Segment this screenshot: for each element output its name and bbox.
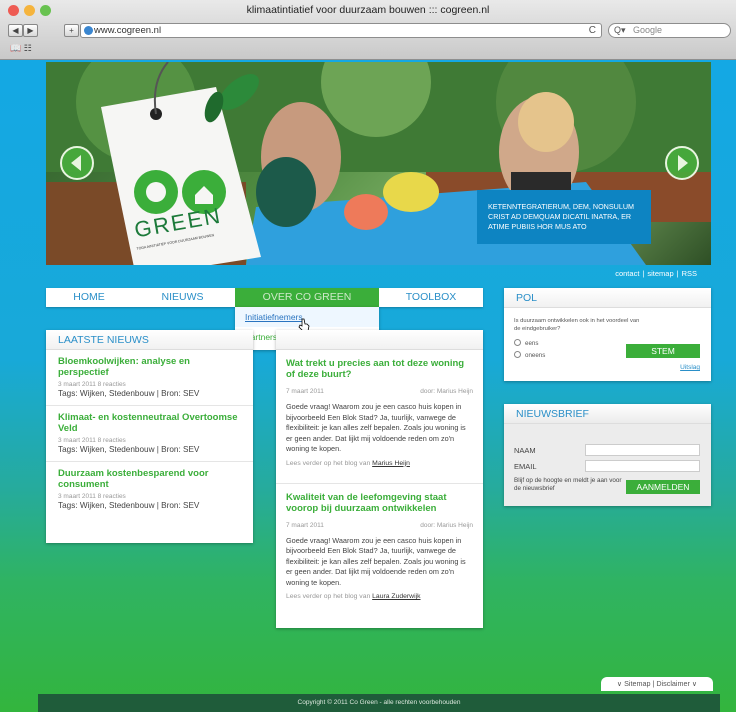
name-input[interactable] (585, 444, 700, 456)
window-title: klimaatintiatief voor duurzaam bouwen ::… (246, 4, 490, 16)
chevron-down-icon: ∨ (691, 679, 698, 688)
nav-toolbox[interactable]: TOOLBOX (379, 288, 483, 307)
read-more-label: Lees verder op het blog van (286, 459, 371, 467)
news-item[interactable]: Duurzaam kostenbesparend voor consument … (46, 462, 253, 517)
back-button[interactable]: ◀ (8, 24, 23, 37)
footer-disclaimer-link[interactable]: Disclaimer (656, 679, 690, 688)
blog-author-link[interactable]: Laura Zuderwijk (372, 593, 420, 600)
window-titlebar: klimaatintiatief voor duurzaam bouwen ::… (0, 0, 736, 20)
news-tags: Tags: Wijken, Stedenbouw | Bron: SEV (58, 445, 200, 454)
page: GREEN TOGA AINITIATIEF VOOR DUURZAAM BOU… (0, 60, 736, 712)
bookmarks-icons[interactable]: 📖 ☷ (10, 43, 32, 54)
article: Kwaliteit van de leefomgeving staat voor… (276, 484, 483, 601)
close-window-button[interactable] (8, 5, 19, 16)
articles-header (276, 330, 483, 350)
add-bookmark-button[interactable]: + (64, 24, 79, 37)
newsletter-note: Blijf op de hoogte en meldt je aan voor … (514, 477, 622, 492)
blog-author-link[interactable]: Marius Heijn (372, 460, 410, 467)
radio-icon[interactable] (514, 351, 521, 358)
minimize-window-button[interactable] (24, 5, 35, 16)
nav-home[interactable]: HOME (46, 288, 132, 307)
nav-over-co-green[interactable]: OVER CO GREEN (235, 288, 379, 307)
toolbar: ◀ ▶ + www.cogreen.nl C Q▾ Google (0, 22, 736, 40)
poll-panel: POL Is duurzaam ontwikkelen ook in het v… (504, 288, 711, 381)
name-label: NAAM (514, 446, 536, 455)
article-body: Goede vraag! Waarom zou je een casco hui… (286, 402, 466, 453)
newsletter-panel: NIEUWSBRIEF NAAM EMAIL Blijf op de hoogt… (504, 404, 711, 506)
article-author: door: Marius Heijn (420, 521, 473, 529)
article-meta: 7 maart 2011 door: Marius Heijn (286, 522, 473, 531)
vote-button[interactable]: STEM (626, 344, 700, 358)
poll-results-link[interactable]: Uitslag (680, 364, 700, 371)
nav-nieuws[interactable]: NIEUWS (132, 288, 233, 307)
news-meta: 3 maart 2011 8 reacties (58, 437, 126, 444)
back-arrow-icon: ◀ (12, 26, 19, 35)
news-meta: 3 maart 2011 8 reacties (58, 493, 126, 500)
slider-next-button[interactable] (665, 146, 699, 180)
contact-link[interactable]: contact (615, 269, 639, 278)
chevron-down-icon: ∨ (616, 679, 623, 688)
forward-arrow-icon: ▶ (27, 26, 34, 35)
article-read-more: Lees verder op het blog van Marius Heijn (286, 460, 473, 467)
footer-sitemap-link[interactable]: Sitemap (624, 679, 650, 688)
slider-prev-button[interactable] (60, 146, 94, 180)
main-nav: HOME NIEUWS OVER CO GREEN TOOLBOX (46, 288, 483, 307)
article-title[interactable]: Wat trekt u precies aan tot deze woning … (286, 358, 473, 380)
news-title[interactable]: Bloemkoolwijken: analyse en perspectief (58, 356, 241, 378)
latest-news-panel: LAATSTE NIEUWS Bloemkoolwijken: analyse … (46, 330, 253, 543)
article-meta: 7 maart 2011 door: Marius Heijn (286, 388, 473, 397)
plus-icon: + (69, 26, 74, 35)
chevron-left-icon (71, 155, 81, 171)
news-meta: 3 maart 2011 8 reacties (58, 381, 126, 388)
hero-caption[interactable]: Ketenntegratierum, dem, nonsulum crist a… (477, 190, 651, 244)
poll-heading: POL (504, 288, 711, 308)
email-input[interactable] (585, 460, 700, 472)
search-field[interactable]: Q▾ Google (608, 23, 731, 38)
url-text: www.cogreen.nl (94, 25, 162, 36)
search-icon: Q▾ (614, 25, 626, 35)
poll-option-label: eens (525, 340, 539, 347)
footer: Copyright © 2011 Co Green - alle rechten… (38, 694, 720, 712)
article-read-more: Lees verder op het blog van Laura Zuderw… (286, 593, 473, 600)
utility-links: contact | sitemap | RSS (615, 269, 697, 278)
radio-icon[interactable] (514, 339, 521, 346)
news-item[interactable]: Klimaat- en kostenneutraal Overtoomse Ve… (46, 406, 253, 462)
poll-option-oneens[interactable]: oneens (514, 351, 545, 359)
news-tags: Tags: Wijken, Stedenbouw | Bron: SEV (58, 389, 200, 398)
poll-question: Is duurzaam ontwikkelen ook in het voord… (514, 318, 640, 332)
chevron-right-icon (678, 155, 688, 171)
search-placeholder: Google (633, 25, 663, 35)
newsletter-heading: NIEUWSBRIEF (504, 404, 711, 424)
sitemap-link[interactable]: sitemap (647, 269, 673, 278)
news-tags: Tags: Wijken, Stedenbouw | Bron: SEV (58, 501, 200, 510)
article-date: 7 maart 2011 (286, 521, 324, 529)
address-bar[interactable]: www.cogreen.nl C (80, 23, 602, 38)
browser-chrome: klimaatintiatief voor duurzaam bouwen ::… (0, 0, 736, 60)
poll-option-label: oneens (525, 352, 546, 359)
globe-icon (84, 26, 93, 35)
articles-panel: Wat trekt u precies aan tot deze woning … (276, 330, 483, 628)
subscribe-button[interactable]: AANMELDEN (626, 480, 700, 494)
news-title[interactable]: Duurzaam kostenbesparend voor consument (58, 468, 241, 490)
copyright-text: Copyright © 2011 Co Green - alle rechten… (297, 699, 461, 706)
footer-links-tab: ∨ Sitemap | Disclaimer ∨ (601, 677, 713, 691)
article-body: Goede vraag! Waarom zou je een casco hui… (286, 535, 466, 587)
forward-button[interactable]: ▶ (23, 24, 38, 37)
article: Wat trekt u precies aan tot deze woning … (276, 350, 483, 467)
article-author: door: Marius Heijn (420, 388, 473, 395)
hero-slider: GREEN TOGA AINITIATIEF VOOR DUURZAAM BOU… (46, 62, 711, 265)
news-title[interactable]: Klimaat- en kostenneutraal Overtoomse Ve… (58, 412, 241, 434)
article-title[interactable]: Kwaliteit van de leefomgeving staat voor… (286, 492, 473, 514)
latest-news-heading: LAATSTE NIEUWS (46, 330, 253, 350)
article-date: 7 maart 2011 (286, 388, 324, 395)
email-label: EMAIL (514, 462, 537, 471)
news-item[interactable]: Bloemkoolwijken: analyse en perspectief … (46, 350, 253, 406)
read-more-label: Lees verder op het blog van (286, 593, 371, 600)
poll-option-eens[interactable]: eens (514, 339, 538, 347)
reload-icon[interactable]: C (589, 24, 596, 37)
rss-link[interactable]: RSS (682, 269, 697, 278)
zoom-window-button[interactable] (40, 5, 51, 16)
